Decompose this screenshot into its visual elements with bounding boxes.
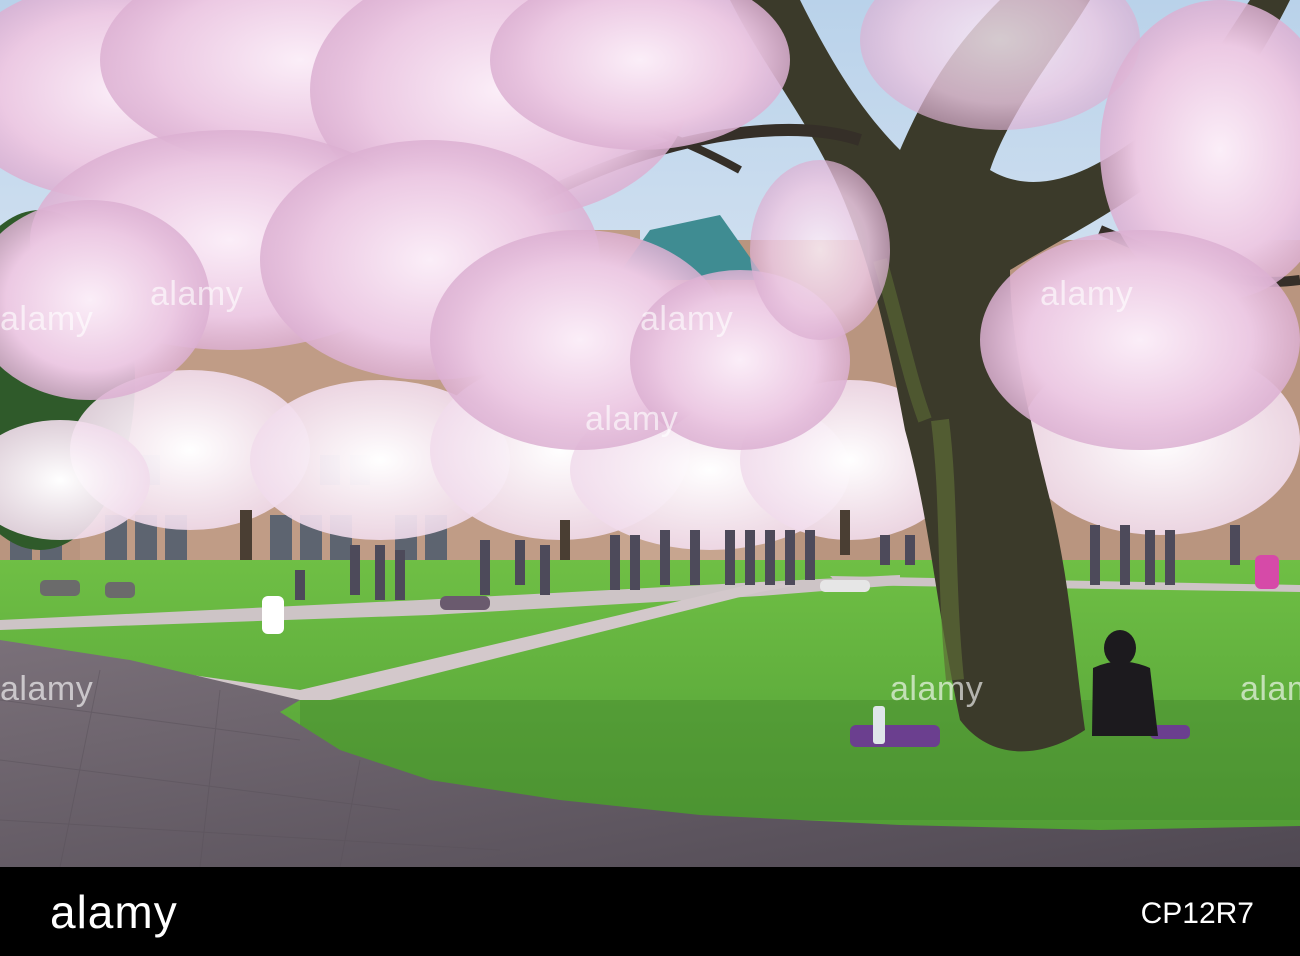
stock-photo-page: alamy alamy alamy alamy alamy alamy alam… xyxy=(0,0,1300,956)
alamy-logo: alamy xyxy=(50,886,178,938)
stock-footer-bar: alamy CP12R7 xyxy=(0,867,1300,956)
photo-scene xyxy=(0,0,1300,867)
image-id: CP12R7 xyxy=(1140,897,1254,930)
cherry-blossom-quad-photo: alamy alamy alamy alamy alamy alamy alam… xyxy=(0,0,1300,867)
